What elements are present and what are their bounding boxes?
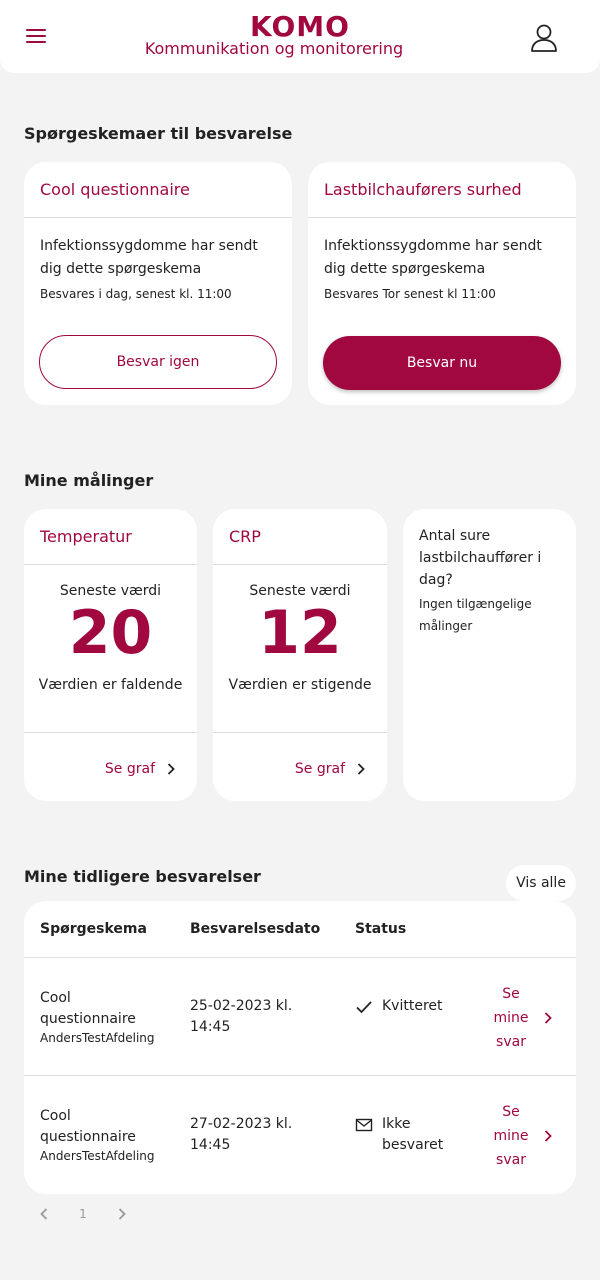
measurement-card-crp: CRP Seneste værdi 12 Værdien er stigende… [213,509,387,801]
latest-value: 20 [68,598,153,668]
row-department: AndersTestAfdeling [40,1149,155,1163]
see-graph-label: Se graf [294,761,345,777]
app-header: KOMO Kommunikation og monitorering [0,0,600,73]
see-my-answers-link[interactable]: Se mine svar [486,1100,556,1172]
chevron-right-icon [357,763,365,775]
user-profile-icon[interactable] [528,22,560,54]
row-department: AndersTestAfdeling [40,1031,155,1045]
show-all-button[interactable]: Vis alle [506,865,576,901]
see-my-answers-label: Se mine svar [493,1104,529,1168]
app-tagline: Kommunikation og monitorering [144,39,404,58]
questionnaire-description: Infektionssygdomme har sendt dig dette s… [40,238,258,277]
questionnaires-section-title: Spørgeskemaer til besvarelse [24,124,293,143]
measurements-section-title: Mine målinger [24,471,154,490]
see-graph-link[interactable]: Se graf [105,761,175,777]
questionnaire-name: Cool questionnaire [24,162,292,218]
no-measurements-note: Ingen tilgængelige målinger [419,597,532,633]
value-trend: Værdien er stigende [228,677,372,693]
table-row: Cool questionnaire AndersTestAfdeling 25… [24,957,576,1075]
see-my-answers-label: Se mine svar [493,986,529,1050]
column-header-questionnaire: Spørgeskema [40,921,147,937]
chevron-right-icon [167,763,175,775]
see-graph-label: Se graf [104,761,155,777]
value-trend: Værdien er faldende [38,677,183,693]
column-header-status: Status [355,921,407,937]
questionnaire-deadline: Besvares i dag, senest kl. 11:00 [40,287,232,301]
next-page-icon[interactable] [112,1204,132,1224]
questionnaire-description: Infektionssygdomme har sendt dig dette s… [324,238,542,277]
row-status: Ikke besvaret [382,1116,444,1153]
app-logo: KOMO [250,10,350,43]
answer-again-button[interactable]: Besvar igen [39,335,277,389]
measurement-name: Temperatur [24,509,197,565]
history-table: Spørgeskema Besvarelsesdato Status Cool … [24,901,576,1194]
row-questionnaire-name: Cool questionnaire [40,1108,136,1145]
questionnaire-name: Lastbilchauførers surhed [308,162,576,218]
pagination: 1 [34,1204,132,1224]
chevron-right-icon [544,1130,552,1142]
measurement-card-empty: Antal sure lastbilchauffører i dag? Inge… [403,509,576,801]
envelope-icon [355,1118,373,1132]
measurement-card-temperature: Temperatur Seneste værdi 20 Værdien er f… [24,509,197,801]
answer-now-button[interactable]: Besvar nu [323,336,561,390]
questionnaire-card: Lastbilchauførers surhed Infektionssygdo… [308,162,576,405]
column-header-date: Besvarelsesdato [190,921,321,937]
table-row: Cool questionnaire AndersTestAfdeling 27… [24,1075,576,1193]
latest-value: 12 [258,598,342,668]
questionnaire-card: Cool questionnaire Infektionssygdomme ha… [24,162,292,405]
see-my-answers-link[interactable]: Se mine svar [486,982,556,1054]
latest-value-label: Seneste værdi [249,583,351,599]
chevron-right-icon [544,1012,552,1024]
checkmark-icon [356,1001,372,1014]
questionnaire-deadline: Besvares Tor senest kl 11:00 [324,287,496,301]
see-graph-link[interactable]: Se graf [295,761,365,777]
row-date: 27-02-2023 kl. 14:45 [190,1116,293,1153]
previous-page-icon[interactable] [34,1204,54,1224]
page-number[interactable]: 1 [54,1207,112,1221]
row-date: 25-02-2023 kl. 14:45 [190,998,293,1035]
row-status: Kvitteret [382,998,443,1014]
latest-value-label: Seneste værdi [59,583,162,599]
history-section-title: Mine tidligere besvarelser [24,867,261,886]
row-questionnaire-name: Cool questionnaire [40,990,136,1027]
measurement-name: CRP [213,509,387,565]
measurement-question: Antal sure lastbilchauffører i dag? [419,528,542,588]
